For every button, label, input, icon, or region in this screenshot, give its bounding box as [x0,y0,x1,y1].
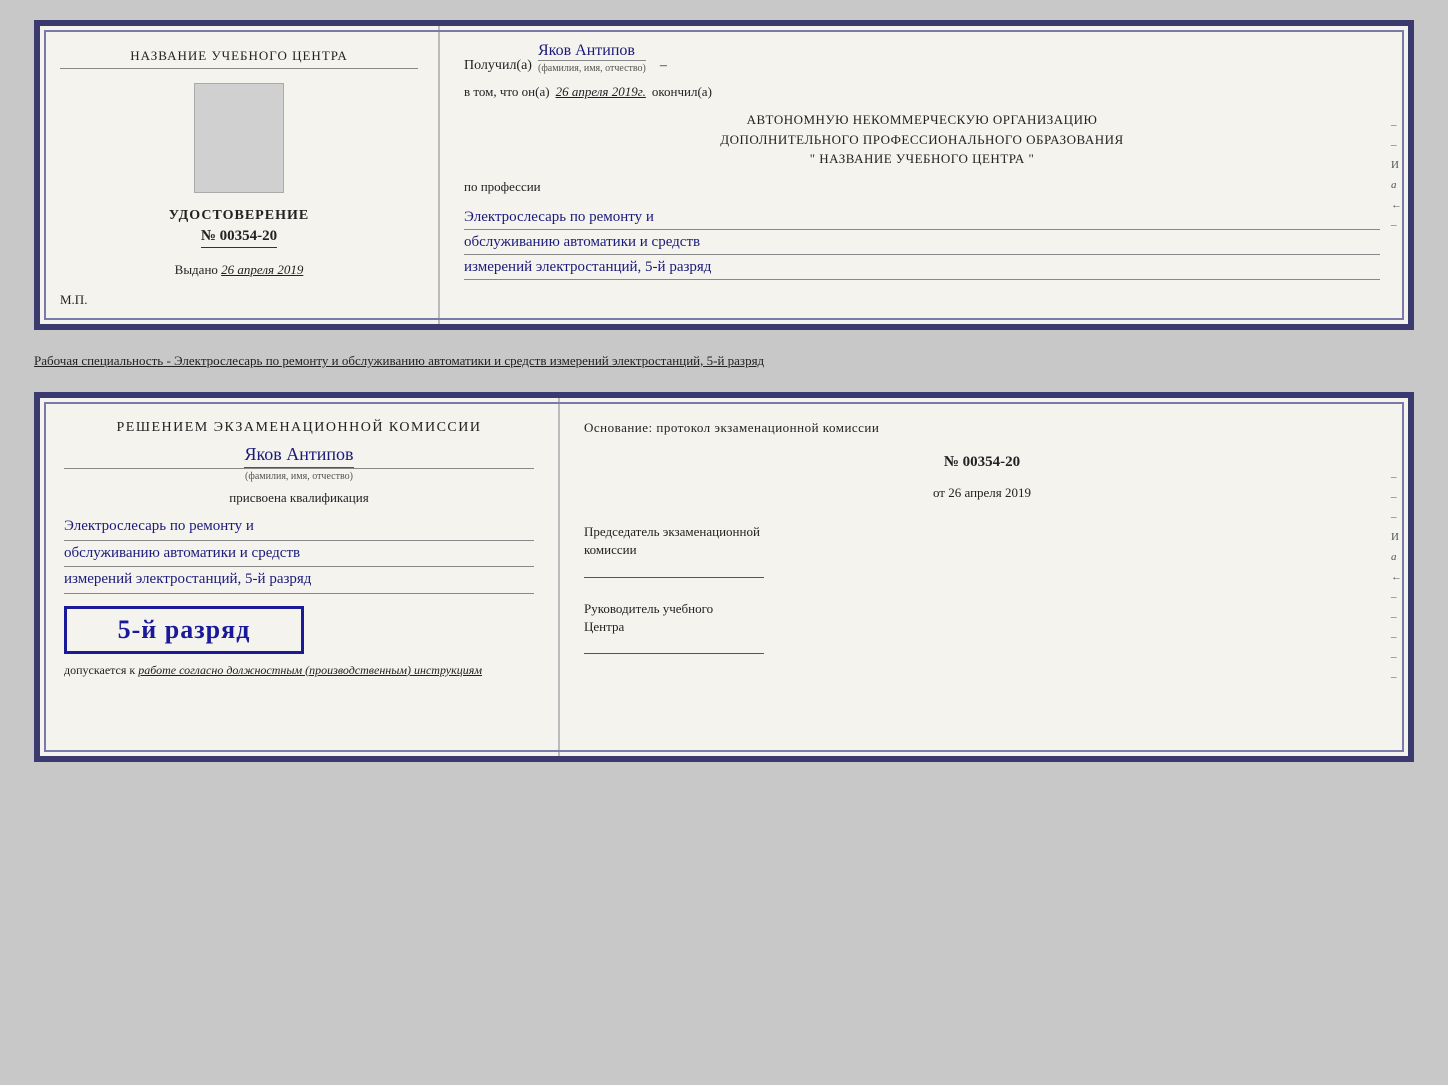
predsedatel-label2: комиссии [584,542,637,557]
prisvoena-line: присвоена квалификация [64,490,534,506]
fio-handwritten-bottom: Яков Антипов [244,444,353,468]
bottom-right-panel: Основание: протокол экзаменационной коми… [560,398,1408,756]
fio-sub-bottom: (фамилия, имя, отчество) [64,468,534,482]
fio-block-bottom: Яков Антипов (фамилия, имя, отчество) [64,444,534,482]
fio-handwritten-top: Яков Антипов [538,42,635,59]
predsedatel-signature-line [584,564,764,578]
razryad-stamp: 5-й разряд [64,606,304,654]
po-professii: по профессии [464,179,1380,195]
kval-line1: Электрослесарь по ремонту и [64,514,534,541]
ot-date: от 26 апреля 2019 [584,485,1380,501]
predsedatel-block: Председатель экзаменационной комиссии [584,523,1380,577]
vtom-label: в том, что он(а) [464,84,550,100]
photo-placeholder [194,83,284,193]
diploma-bottom: Решением экзаменационной комиссии Яков А… [34,392,1414,762]
side-marks-bottom: –––Иа←––––– [1391,471,1402,683]
kval-line2: обслуживанию автоматики и средств [64,541,534,568]
protocol-number: № 00354-20 [584,454,1380,471]
org-name-top: НАЗВАНИЕ УЧЕБНОГО ЦЕНТРА [60,48,418,69]
profession-line1: Электрослесарь по ремонту и [464,205,1380,230]
side-marks-top: ––Иа←– [1391,119,1402,231]
predsedatel-title: Председатель экзаменационной комиссии [584,523,1380,559]
fio-sub-top: (фамилия, имя, отчество) [538,60,646,74]
udost-block: УДОСТОВЕРЕНИЕ № 00354-20 [169,208,309,248]
rukovoditel-label2: Центра [584,619,624,634]
bottom-left-panel: Решением экзаменационной комиссии Яков А… [40,398,560,756]
vydano-line: Выдано 26 апреля 2019 [175,262,304,278]
rukovoditel-block: Руководитель учебного Центра [584,600,1380,654]
poluchil-line: Получил(а) Яков Антипов (фамилия, имя, о… [464,42,1380,74]
dopuskaetsya-line: допускается к работе согласно должностны… [64,662,534,679]
kval-line3: измерений электростанций, 5-й разряд [64,567,534,594]
org-line2: ДОПОЛНИТЕЛЬНОГО ПРОФЕССИОНАЛЬНОГО ОБРАЗО… [464,130,1380,150]
predsedatel-label1: Председатель экзаменационной [584,524,760,539]
profession-line3: измерений электростанций, 5-й разряд [464,255,1380,280]
diploma-top: НАЗВАНИЕ УЧЕБНОГО ЦЕНТРА УДОСТОВЕРЕНИЕ №… [34,20,1414,330]
okonchil-label: окончил(а) [652,84,712,100]
diploma-left-panel: НАЗВАНИЕ УЧЕБНОГО ЦЕНТРА УДОСТОВЕРЕНИЕ №… [40,26,440,324]
org-block: АВТОНОМНУЮ НЕКОММЕРЧЕСКУЮ ОРГАНИЗАЦИЮ ДО… [464,110,1380,169]
org-line3: " НАЗВАНИЕ УЧЕБНОГО ЦЕНТРА " [464,149,1380,169]
dopusk-text: работе согласно должностным (производств… [138,663,482,677]
ot-label: от [933,485,945,500]
vtom-date: 26 апреля 2019г. [556,84,646,100]
poluchil-label: Получил(а) [464,58,532,74]
kval-block: Электрослесарь по ремонту и обслуживанию… [64,514,534,594]
ot-date-value: 26 апреля 2019 [948,485,1031,500]
udost-number: № 00354-20 [201,228,277,248]
mp-line: М.П. [60,292,87,308]
vydano-label: Выдано [175,262,218,277]
rukovoditel-signature-line [584,640,764,654]
rukovoditel-title: Руководитель учебного Центра [584,600,1380,636]
udost-title: УДОСТОВЕРЕНИЕ [169,208,309,224]
rukovoditel-label1: Руководитель учебного [584,601,713,616]
separator-text: Рабочая специальность - Электрослесарь п… [34,348,1414,374]
profession-block: Электрослесарь по ремонту и обслуживанию… [464,205,1380,280]
profession-line2: обслуживанию автоматики и средств [464,230,1380,255]
vydano-date: 26 апреля 2019 [221,262,303,277]
resheniem-line: Решением экзаменационной комиссии [64,420,534,436]
diploma-right-panel: Получил(а) Яков Антипов (фамилия, имя, о… [440,26,1408,324]
dopusk-label: допускается к [64,663,135,677]
org-line1: АВТОНОМНУЮ НЕКОММЕРЧЕСКУЮ ОРГАНИЗАЦИЮ [464,110,1380,130]
osnovanie-text: Основание: протокол экзаменационной коми… [584,420,1380,436]
vtom-line: в том, что он(а) 26 апреля 2019г. окончи… [464,84,1380,100]
